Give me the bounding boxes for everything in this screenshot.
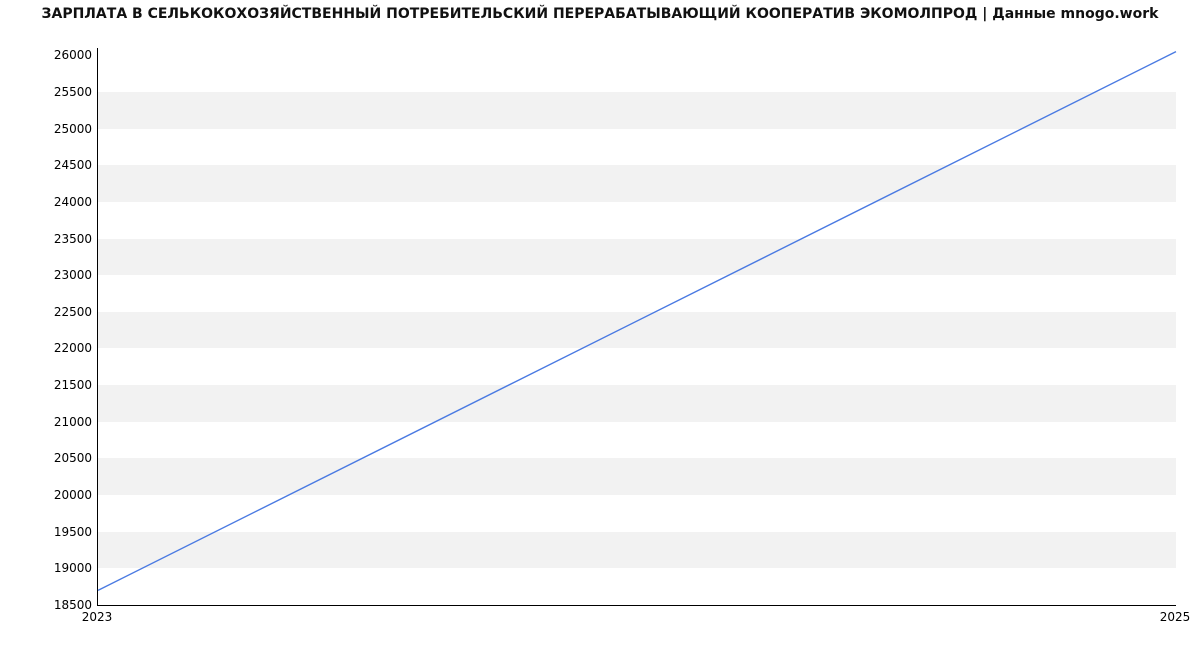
series-line <box>98 52 1176 591</box>
y-tick-label: 21000 <box>2 415 92 429</box>
x-tick-label: 2023 <box>82 610 113 624</box>
chart-title: ЗАРПЛАТА В СЕЛЬКОКОХОЗЯЙСТВЕННЫЙ ПОТРЕБИ… <box>0 6 1200 22</box>
salary-line-chart: ЗАРПЛАТА В СЕЛЬКОКОХОЗЯЙСТВЕННЫЙ ПОТРЕБИ… <box>0 0 1200 650</box>
y-tick-label: 26000 <box>2 48 92 62</box>
x-tick-label: 2025 <box>1160 610 1191 624</box>
y-tick-label: 24500 <box>2 158 92 172</box>
y-tick-label: 23500 <box>2 232 92 246</box>
y-tick-label: 23000 <box>2 268 92 282</box>
plot-area <box>97 48 1176 606</box>
y-tick-label: 20500 <box>2 451 92 465</box>
y-tick-label: 20000 <box>2 488 92 502</box>
y-tick-label: 21500 <box>2 378 92 392</box>
data-line <box>98 48 1176 605</box>
y-tick-label: 22500 <box>2 305 92 319</box>
y-tick-label: 18500 <box>2 598 92 612</box>
y-tick-label: 19500 <box>2 525 92 539</box>
y-tick-label: 25000 <box>2 122 92 136</box>
y-tick-label: 25500 <box>2 85 92 99</box>
y-tick-label: 22000 <box>2 341 92 355</box>
y-tick-label: 19000 <box>2 561 92 575</box>
y-tick-label: 24000 <box>2 195 92 209</box>
